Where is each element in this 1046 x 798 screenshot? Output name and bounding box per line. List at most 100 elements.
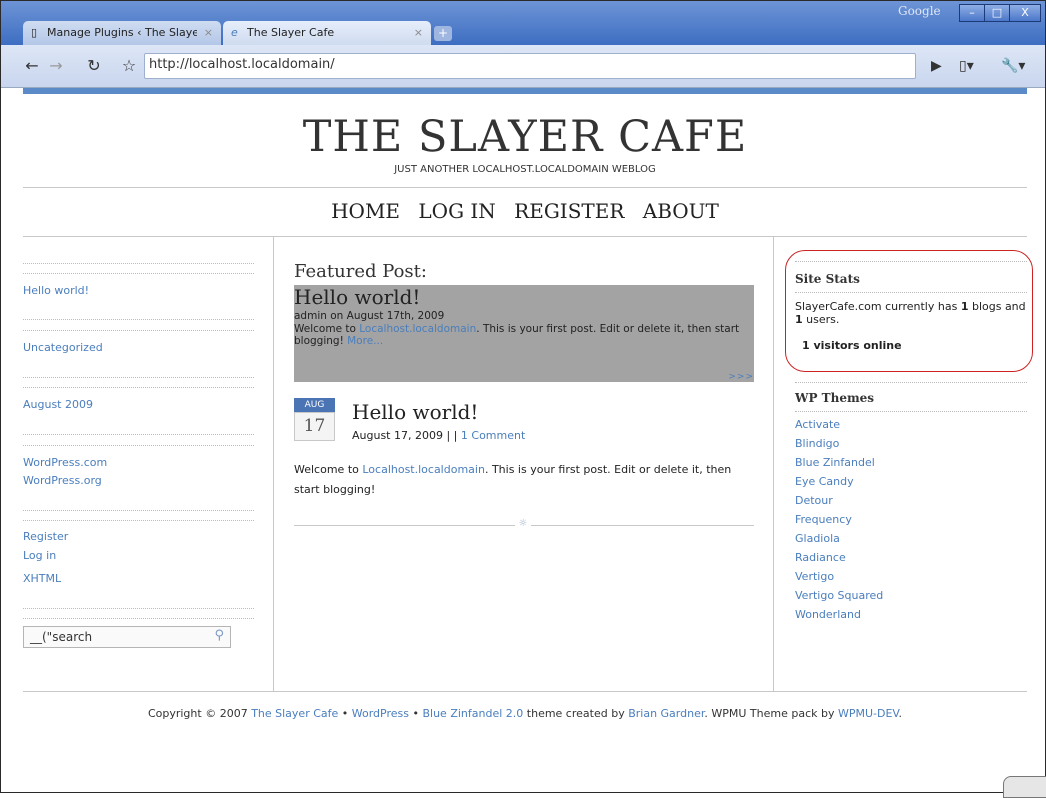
- minimize-button[interactable]: –: [959, 4, 985, 22]
- theme-link[interactable]: Blue Zinfandel: [795, 456, 883, 475]
- login-link[interactable]: Log in: [23, 549, 56, 562]
- reload-icon[interactable]: ↻: [84, 56, 104, 76]
- dotted-divider: [795, 261, 1027, 262]
- footer-wordpress-link[interactable]: WordPress: [352, 707, 409, 720]
- calendar-month: AUG: [294, 398, 335, 412]
- post-body: Welcome to Localhost.localdomain. This i…: [294, 460, 756, 500]
- nav-login[interactable]: LOG IN: [418, 199, 495, 223]
- tab-close-icon[interactable]: ×: [414, 21, 423, 45]
- page-menu-icon[interactable]: ▯▾: [959, 56, 974, 76]
- nav-divider: [23, 236, 1027, 237]
- footer: Copyright © 2007 The Slayer Cafe • WordP…: [2, 707, 1046, 720]
- featured-post-meta: admin on August 17th, 2009: [294, 310, 445, 322]
- site-stats-text: SlayerCafe.com currently has 1 blogs and…: [795, 300, 1027, 326]
- wpmu-icon: e: [231, 26, 238, 39]
- post-text: Welcome to: [294, 463, 363, 476]
- post-date: August 17, 2009 | |: [352, 429, 461, 442]
- footer-text: •: [338, 707, 352, 720]
- dotted-divider: [23, 377, 254, 378]
- site-title[interactable]: THE SLAYER CAFE: [2, 112, 1046, 162]
- web-page: THE SLAYER CAFE JUST ANOTHER LOCALHOST.L…: [2, 88, 1044, 791]
- search-input[interactable]: __("search ⚲: [23, 626, 231, 648]
- footer-text: . WPMU Theme pack by: [704, 707, 838, 720]
- header-divider: [23, 187, 1027, 188]
- maximize-button[interactable]: □: [984, 4, 1010, 22]
- wordpress-org-link[interactable]: WordPress.org: [23, 474, 102, 487]
- theme-link[interactable]: Vertigo: [795, 570, 883, 589]
- dotted-divider: [23, 608, 254, 609]
- more-link[interactable]: More...: [347, 335, 383, 347]
- theme-link[interactable]: Vertigo Squared: [795, 589, 883, 608]
- comments-link[interactable]: 1 Comment: [461, 429, 525, 442]
- footer-divider: [23, 691, 1027, 692]
- search-icon[interactable]: ⚲: [214, 628, 224, 643]
- google-brand: Google: [898, 4, 941, 18]
- theme-link[interactable]: Wonderland: [795, 608, 883, 627]
- search-placeholder: __("search: [30, 630, 93, 644]
- xhtml-link[interactable]: XHTML: [23, 572, 61, 585]
- wrench-menu-icon[interactable]: 🔧▾: [1001, 56, 1025, 76]
- excerpt-text: Welcome to: [294, 323, 360, 335]
- featured-post-excerpt: Welcome to Localhost.localdomain. This i…: [294, 323, 749, 347]
- localhost-link[interactable]: Localhost.localdomain: [362, 463, 485, 476]
- post-title[interactable]: Hello world!: [352, 400, 478, 424]
- new-tab-button[interactable]: +: [434, 26, 452, 41]
- footer-wpmu-link[interactable]: WPMU-DEV: [838, 707, 899, 720]
- tab-slayer-cafe[interactable]: e The Slayer Cafe ×: [223, 21, 431, 45]
- archive-link[interactable]: August 2009: [23, 398, 93, 411]
- footer-site-link[interactable]: The Slayer Cafe: [251, 707, 338, 720]
- right-column-divider: [773, 237, 774, 691]
- category-link[interactable]: Uncategorized: [23, 341, 103, 354]
- theme-link[interactable]: Radiance: [795, 551, 883, 570]
- visitors-online: 1 visitors online: [802, 339, 902, 352]
- nav-register[interactable]: REGISTER: [514, 199, 624, 223]
- forward-icon[interactable]: →: [46, 56, 66, 76]
- play-icon[interactable]: ▶: [931, 56, 942, 76]
- theme-link[interactable]: Gladiola: [795, 532, 883, 551]
- bookmark-star-icon[interactable]: ☆: [119, 56, 139, 76]
- address-bar[interactable]: http://localhost.localdomain/: [144, 53, 916, 79]
- dotted-divider: [23, 330, 254, 331]
- dotted-divider: [23, 618, 254, 619]
- url-text: http://localhost.localdomain/: [149, 57, 335, 72]
- theme-link[interactable]: Frequency: [795, 513, 883, 532]
- tab-label: The Slayer Cafe: [247, 26, 335, 39]
- featured-next-link[interactable]: >>>: [728, 372, 754, 382]
- wordpress-com-link[interactable]: WordPress.com: [23, 456, 107, 469]
- post-date-calendar: AUG 17: [294, 398, 335, 441]
- resize-corner[interactable]: [1003, 776, 1046, 798]
- browser-toolbar: ← → ↻ ☆ http://localhost.localdomain/ ▶ …: [1, 45, 1045, 88]
- stats-text: blogs and: [968, 300, 1026, 313]
- stats-users-count: 1: [795, 313, 803, 326]
- footer-author-link[interactable]: Brian Gardner: [628, 707, 704, 720]
- dotted-divider: [23, 273, 254, 274]
- stats-text: SlayerCafe.com currently has: [795, 300, 961, 313]
- footer-text: •: [409, 707, 423, 720]
- register-link[interactable]: Register: [23, 530, 68, 543]
- dotted-divider: [23, 445, 254, 446]
- dotted-divider: [23, 263, 254, 264]
- stats-text: users.: [802, 313, 840, 326]
- theme-link[interactable]: Activate: [795, 418, 883, 437]
- featured-heading: Featured Post:: [294, 261, 427, 282]
- site-stats-title: Site Stats: [795, 272, 860, 286]
- back-icon[interactable]: ←: [22, 56, 42, 76]
- recent-post-link[interactable]: Hello world!: [23, 284, 89, 297]
- footer-theme-link[interactable]: Blue Zinfandel 2.0: [422, 707, 523, 720]
- page-icon: ▯: [31, 26, 38, 39]
- tab-manage-plugins[interactable]: ▯ Manage Plugins ‹ The Slaye… ×: [23, 21, 221, 45]
- close-button[interactable]: X: [1009, 4, 1041, 22]
- theme-link[interactable]: Eye Candy: [795, 475, 883, 494]
- theme-link[interactable]: Detour: [795, 494, 883, 513]
- dotted-divider: [795, 382, 1027, 383]
- featured-post-title[interactable]: Hello world!: [294, 285, 420, 309]
- localhost-link[interactable]: Localhost.localdomain: [359, 323, 476, 335]
- dotted-divider: [23, 520, 254, 521]
- calendar-day: 17: [294, 412, 335, 441]
- featured-post-box: Hello world! admin on August 17th, 2009 …: [294, 285, 754, 382]
- dotted-divider: [23, 510, 254, 511]
- nav-about[interactable]: ABOUT: [643, 199, 719, 223]
- theme-link[interactable]: Blindigo: [795, 437, 883, 456]
- nav-home[interactable]: HOME: [331, 199, 400, 223]
- tab-close-icon[interactable]: ×: [204, 21, 213, 45]
